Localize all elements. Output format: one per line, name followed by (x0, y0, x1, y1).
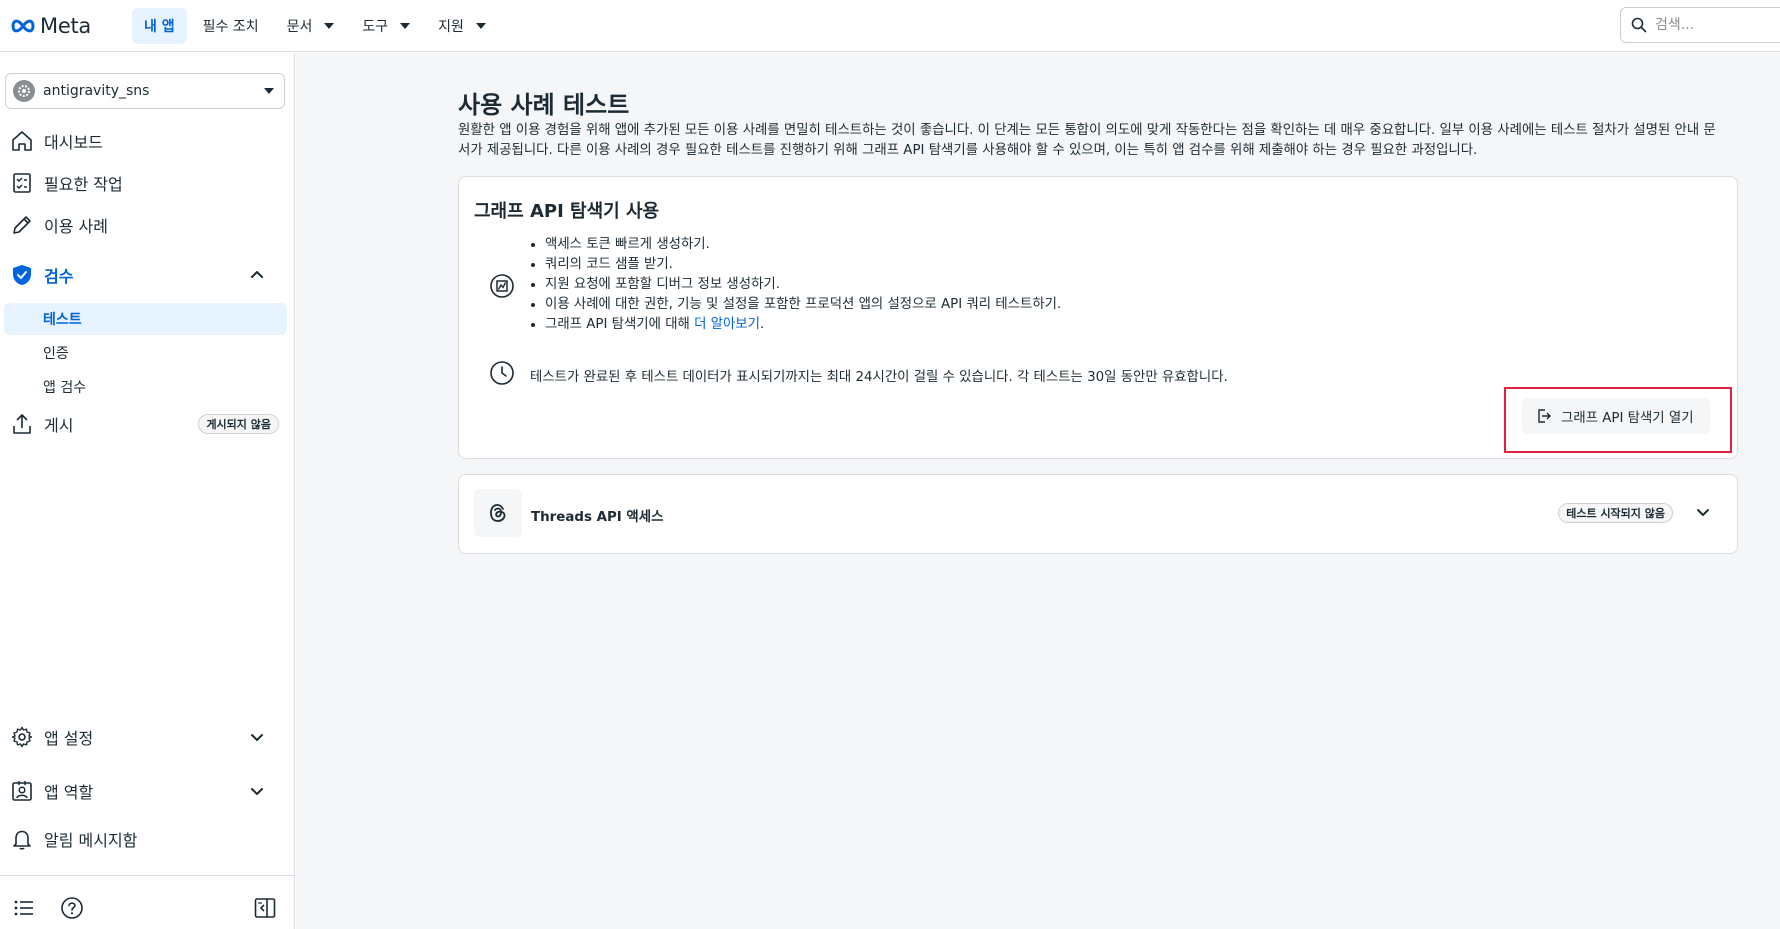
sidebar-item-label: 게시 (44, 416, 74, 435)
clock-icon (490, 361, 514, 385)
search-input[interactable] (1655, 17, 1765, 33)
nav-support[interactable]: 지원 (426, 8, 498, 44)
threads-logo (474, 489, 522, 537)
nav-my-apps[interactable]: 내 앱 (132, 7, 187, 44)
sidebar-item-dashboard[interactable]: 대시보드 (0, 121, 295, 161)
bell-icon (10, 827, 34, 851)
list-item-suffix: . (759, 317, 765, 332)
sidebar-item-label: 앱 설정 (44, 729, 94, 748)
caret-down-icon (400, 22, 411, 29)
checklist-icon (10, 171, 34, 195)
threads-api-card[interactable]: Threads API 액세스 테스트 시작되지 않음 (458, 474, 1738, 554)
user-badge-icon (10, 779, 34, 803)
chevron-up-icon (251, 271, 263, 278)
nav-tools[interactable]: 도구 (350, 8, 422, 44)
threads-api-label: Threads API 액세스 (531, 510, 664, 525)
sidebar-item-label: 대시보드 (44, 133, 103, 152)
page-description: 원활한 앱 이용 경험을 위해 앱에 추가된 모든 이용 사례를 면밀히 테스트… (458, 123, 1716, 158)
meta-infinity-icon (11, 19, 35, 32)
feature-list: 액세스 토큰 빠르게 생성하기. 쿼리의 코드 샘플 받기. 지원 요청에 포함… (545, 235, 1061, 335)
card-title: 그래프 API 탐색기 사용 (474, 201, 660, 222)
gear-icon (10, 725, 34, 749)
threads-icon (490, 504, 506, 522)
top-nav: 내 앱 필수 조치 문서 도구 지원 (132, 7, 498, 44)
sidebar-divider (0, 875, 295, 876)
sidebar-subitem-label: 앱 검수 (43, 380, 87, 396)
caret-down-icon (264, 88, 274, 94)
test-data-note: 테스트가 완료된 후 테스트 데이터가 표시되기까지는 최대 24시간이 걸릴 … (530, 370, 1228, 385)
meta-logo[interactable]: Meta (10, 14, 132, 38)
sidebar-item-label: 앱 역할 (44, 783, 94, 802)
gear-icon (18, 85, 30, 97)
sidebar-item-label: 이용 사례 (44, 217, 108, 236)
list-item: 쿼리의 코드 샘플 받기. (545, 255, 1061, 275)
nav-required-actions[interactable]: 필수 조치 (191, 8, 271, 44)
app-selector[interactable]: antigravity_sns (5, 73, 285, 109)
nav-label: 필수 조치 (202, 18, 259, 35)
sidebar-item-label: 검수 (44, 267, 74, 286)
sidebar-item-review[interactable]: 검수 (0, 255, 295, 295)
graph-explorer-card: 그래프 API 탐색기 사용 액세스 토큰 빠르게 생성하기. 쿼리의 코드 샘… (458, 176, 1738, 459)
chevron-down-icon[interactable] (1695, 504, 1711, 520)
search-box (1620, 7, 1780, 43)
nav-label: 내 앱 (144, 18, 175, 35)
list-item: 액세스 토큰 빠르게 생성하기. (545, 235, 1061, 255)
list-item: 지원 요청에 포함할 디버그 정보 생성하기. (545, 275, 1061, 295)
nav-label: 도구 (362, 18, 389, 35)
sidebar-item-required-tasks[interactable]: 필요한 작업 (0, 163, 295, 203)
open-graph-explorer-button[interactable]: 그래프 API 탐색기 열기 (1522, 398, 1710, 434)
pencil-icon (10, 213, 34, 237)
external-open-icon (1538, 409, 1551, 423)
list-item: 이용 사례에 대한 권한, 기능 및 설정을 포함한 프로덕션 앱의 설정으로 … (545, 295, 1061, 315)
caret-down-icon (475, 22, 486, 29)
main-content: 사용 사례 테스트 원활한 앱 이용 경험을 위해 앱에 추가된 모든 이용 사… (296, 53, 1780, 929)
list-icon[interactable] (11, 895, 37, 921)
sidebar-item-label: 알림 메시지함 (44, 831, 138, 850)
sidebar-item-notifications[interactable]: 알림 메시지함 (0, 819, 295, 859)
list-item: 그래프 API 탐색기에 대해 더 알아보기. (545, 315, 1061, 335)
app-name: antigravity_sns (43, 83, 150, 99)
sidebar-item-publish[interactable]: 게시 게시되지 않음 (0, 404, 295, 444)
list-item-text: 그래프 API 탐색기에 대해 (545, 317, 695, 332)
collapse-sidebar-icon[interactable] (252, 895, 278, 921)
top-navigation-bar: Meta 내 앱 필수 조치 문서 도구 지원 (0, 0, 1780, 52)
app-avatar (13, 80, 35, 102)
home-icon (10, 129, 34, 153)
nav-docs[interactable]: 문서 (275, 8, 347, 44)
sidebar-item-app-settings[interactable]: 앱 설정 (0, 717, 295, 757)
button-label: 그래프 API 탐색기 열기 (1561, 411, 1694, 426)
status-badge: 테스트 시작되지 않음 (1558, 503, 1673, 523)
sidebar: antigravity_sns 대시보드 필요한 작업 이용 사례 검수 테스트… (0, 53, 295, 929)
page-title: 사용 사례 테스트 (458, 91, 630, 119)
upload-icon (10, 412, 34, 436)
chevron-down-icon (251, 734, 263, 741)
nav-label: 지원 (438, 18, 464, 35)
caret-down-icon (324, 22, 335, 29)
help-icon[interactable] (59, 895, 85, 921)
status-badge: 게시되지 않음 (198, 414, 279, 434)
sidebar-item-app-roles[interactable]: 앱 역할 (0, 771, 295, 811)
learn-more-link[interactable]: 더 알아보기 (694, 317, 760, 332)
sidebar-subitem-test[interactable]: 테스트 (4, 303, 287, 335)
search-icon (1631, 17, 1647, 33)
meta-wordmark: Meta (40, 13, 91, 38)
sidebar-item-label: 필요한 작업 (44, 175, 123, 194)
shield-check-icon (10, 263, 34, 287)
sidebar-subitem-app-review[interactable]: 앱 검수 (4, 371, 287, 403)
nav-label: 문서 (286, 18, 313, 35)
sidebar-subitem-label: 테스트 (43, 312, 82, 328)
sidebar-item-use-cases[interactable]: 이용 사례 (0, 205, 295, 245)
graph-api-explorer-icon (490, 274, 514, 298)
sidebar-subitem-label: 인증 (43, 346, 69, 362)
sidebar-footer (0, 895, 295, 925)
sidebar-subitem-verification[interactable]: 인증 (4, 337, 287, 369)
chevron-down-icon (251, 788, 263, 795)
